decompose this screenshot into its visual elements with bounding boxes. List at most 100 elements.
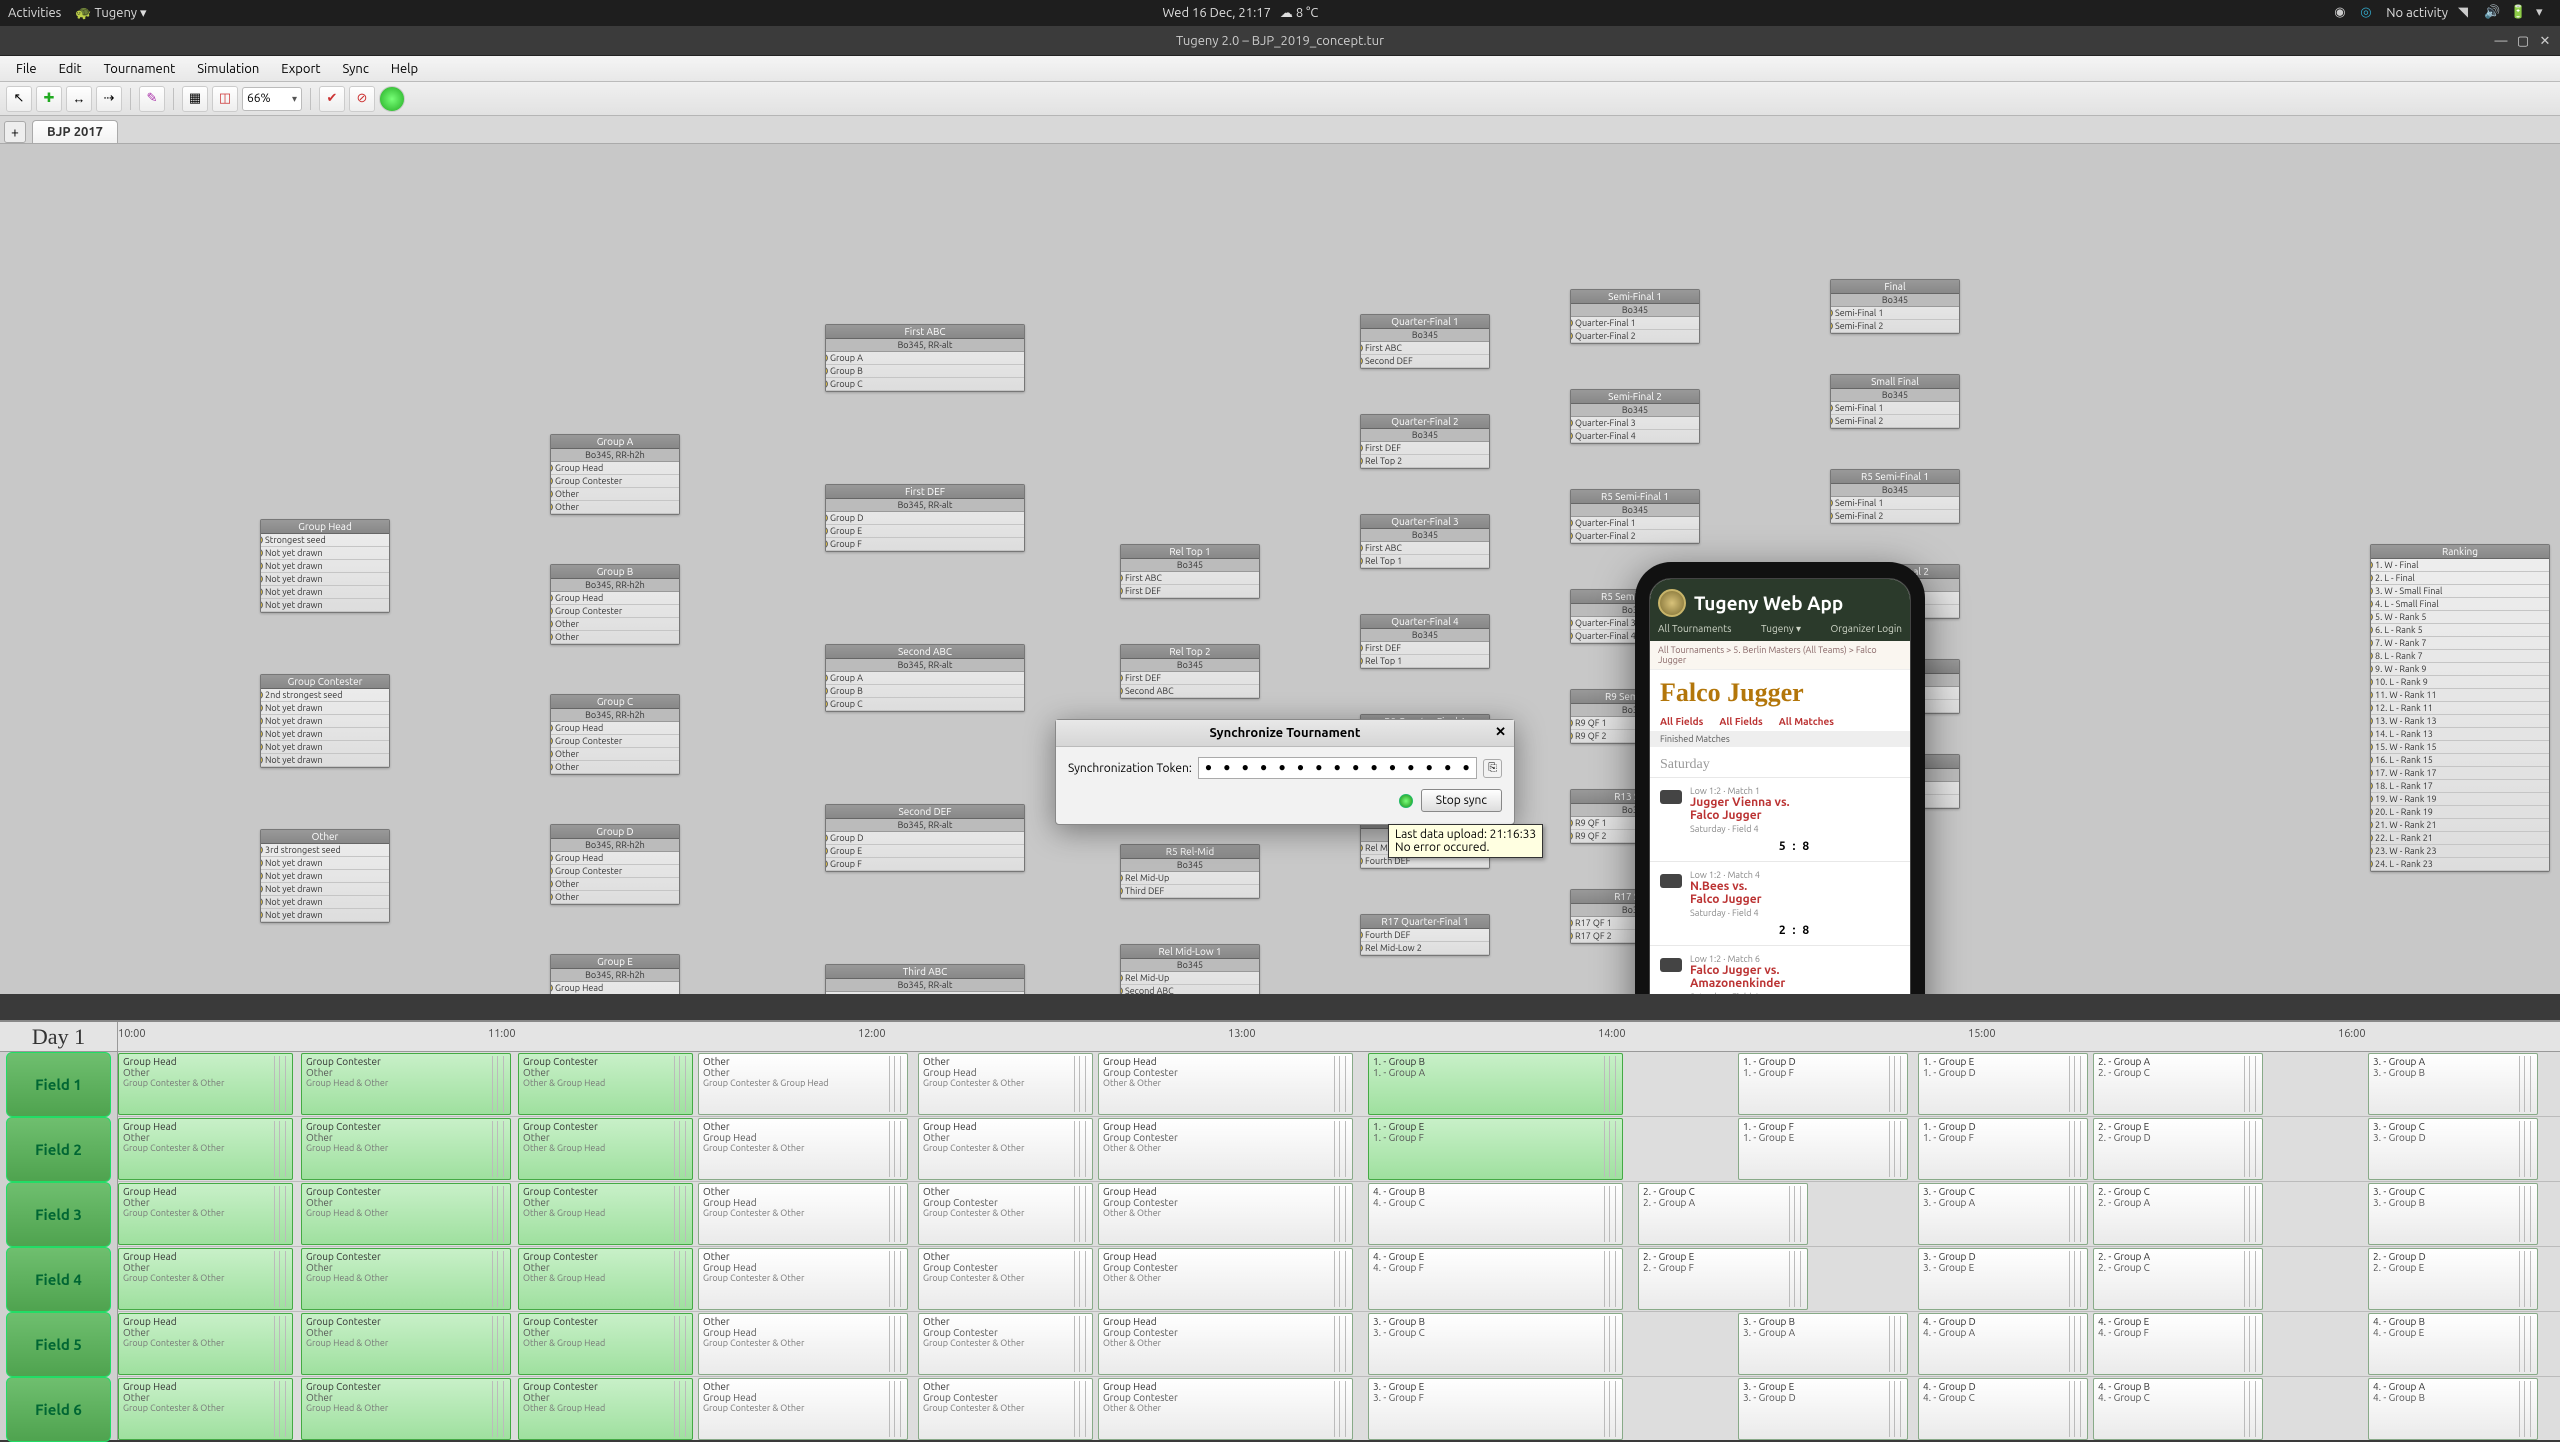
field-label[interactable]: Field 3 xyxy=(6,1182,111,1247)
schedule-slot[interactable]: 3. - Group C 3. - Group B xyxy=(2368,1183,2538,1245)
schedule-slot[interactable]: Other Group Head Group Contester & Other xyxy=(698,1183,908,1245)
battery-icon[interactable]: 🔋 xyxy=(2510,5,2526,21)
field-label[interactable]: Field 5 xyxy=(6,1312,111,1377)
schedule-slot[interactable]: Other Group Contester Group Contester & … xyxy=(918,1378,1093,1440)
filter-tab[interactable]: All Matches xyxy=(1779,716,1834,727)
schedule-slot[interactable]: Group Head Group Contester Other & Other xyxy=(1098,1053,1353,1115)
schedule-slot[interactable]: 3. - Group E 3. - Group D xyxy=(1738,1378,1908,1440)
tool-add-icon[interactable]: ✚ xyxy=(36,86,62,112)
bracket-node[interactable]: FinalBo345Semi-Final 1Semi-Final 2 xyxy=(1830,279,1960,334)
schedule-slot[interactable]: Other Group Head Group Contester & Other xyxy=(698,1313,908,1375)
match-card[interactable]: Low 1:2 · Match 4 N.Bees vs. Falco Jugge… xyxy=(1650,861,1910,945)
bracket-node[interactable]: Group ABo345, RR-h2hGroup HeadGroup Cont… xyxy=(550,434,680,515)
menu-sync[interactable]: Sync xyxy=(333,59,379,79)
match-card[interactable]: Low 1:2 · Match 1 Jugger Vienna vs. Falc… xyxy=(1650,777,1910,861)
node-group-contester[interactable]: Group Contester 2nd strongest seed Not y… xyxy=(260,674,390,768)
filter-tab[interactable]: All Fields xyxy=(1719,716,1762,727)
schedule-slot[interactable]: 1. - Group F 1. - Group E xyxy=(1738,1118,1908,1180)
schedule-slot[interactable]: 2. - Group A 2. - Group C xyxy=(2093,1248,2263,1310)
schedule-slot[interactable]: 2. - Group E 2. - Group D xyxy=(2093,1118,2263,1180)
tool-grid-icon[interactable]: ▦ xyxy=(182,86,208,112)
schedule-slot[interactable]: Other Group Head Group Contester & Other xyxy=(698,1118,908,1180)
tool-link-icon[interactable]: ↔ xyxy=(66,86,92,112)
menu-simulation[interactable]: Simulation xyxy=(187,59,269,79)
schedule-slot[interactable]: Group Head Group Contester Other & Other xyxy=(1098,1313,1353,1375)
schedule-slot[interactable]: 3. - Group E 3. - Group F xyxy=(1368,1378,1623,1440)
schedule-slot[interactable]: 2. - Group D 2. - Group E xyxy=(2368,1248,2538,1310)
telegram-icon[interactable]: ◎ xyxy=(2360,5,2376,21)
bracket-node[interactable]: Quarter-Final 1Bo345First ABCSecond DEF xyxy=(1360,314,1490,369)
schedule-slot[interactable]: Other Group Head Group Contester & Other xyxy=(918,1053,1093,1115)
schedule-slot[interactable]: Group Contester Other Group Head & Other xyxy=(301,1313,511,1375)
schedule-slot[interactable]: 4. - Group D 4. - Group A xyxy=(1918,1313,2088,1375)
tab-bjp2017[interactable]: BJP 2017 xyxy=(32,120,118,143)
field-label[interactable]: Field 1 xyxy=(6,1052,111,1117)
tool-sync-led-icon[interactable] xyxy=(379,86,405,112)
bracket-node[interactable]: Third ABCBo345, RR-altGroup AGroup BGrou… xyxy=(825,964,1025,994)
schedule-slot[interactable]: Other Group Contester Group Contester & … xyxy=(918,1248,1093,1310)
schedule-lane[interactable]: Group Head Other Group Contester & Other… xyxy=(118,1117,2560,1182)
menu-export[interactable]: Export xyxy=(271,59,330,79)
discord-icon[interactable]: ◉ xyxy=(2334,5,2350,21)
bracket-node[interactable]: R5 Rel-MidBo345Rel Mid-UpThird DEF xyxy=(1120,844,1260,899)
schedule-slot[interactable]: Group Contester Other Other & Group Head xyxy=(518,1378,693,1440)
match-card[interactable]: Low 1:2 · Match 6 Falco Jugger vs. Amazo… xyxy=(1650,945,1910,994)
schedule-slot[interactable]: Group Head Other Group Contester & Other xyxy=(118,1118,293,1180)
schedule-slot[interactable]: 3. - Group C 3. - Group D xyxy=(2368,1118,2538,1180)
schedule-slot[interactable]: Group Contester Other Other & Group Head xyxy=(518,1248,693,1310)
schedule-slot[interactable]: 3. - Group A 3. - Group B xyxy=(2368,1053,2538,1115)
schedule-slot[interactable]: Group Contester Other Other & Group Head xyxy=(518,1053,693,1115)
schedule-slot[interactable]: 2. - Group C 2. - Group A xyxy=(2093,1183,2263,1245)
schedule-slot[interactable]: Group Head Group Contester Other & Other xyxy=(1098,1118,1353,1180)
schedule-slot[interactable]: Group Contester Other Other & Group Head xyxy=(518,1183,693,1245)
schedule-lane[interactable]: Group Head Other Group Contester & Other… xyxy=(118,1312,2560,1377)
bracket-node[interactable]: Group BBo345, RR-h2hGroup HeadGroup Cont… xyxy=(550,564,680,645)
bracket-node[interactable]: Second DEFBo345, RR-altGroup DGroup EGro… xyxy=(825,804,1025,872)
schedule-slot[interactable]: 2. - Group E 2. - Group F xyxy=(1638,1248,1808,1310)
schedule-slot[interactable]: Group Head Other Group Contester & Other xyxy=(118,1378,293,1440)
schedule-slot[interactable]: Group Head Other Group Contester & Other xyxy=(118,1053,293,1115)
stop-sync-button[interactable]: Stop sync xyxy=(1421,789,1502,812)
bracket-node[interactable]: Semi-Final 2Bo345Quarter-Final 3Quarter-… xyxy=(1570,389,1700,444)
bracket-node[interactable]: R5 Semi-Final 1Bo345Semi-Final 1Semi-Fin… xyxy=(1830,469,1960,524)
menu-tournament[interactable]: Tournament xyxy=(94,59,186,79)
activities-button[interactable]: Activities xyxy=(8,6,61,20)
tool-forbid-icon[interactable]: ⊘ xyxy=(349,86,375,112)
bracket-node[interactable]: Rel Top 2Bo345First DEFSecond ABC xyxy=(1120,644,1260,699)
field-label[interactable]: Field 4 xyxy=(6,1247,111,1312)
schedule-slot[interactable]: 3. - Group C 3. - Group A xyxy=(1918,1183,2088,1245)
schedule-slot[interactable]: 4. - Group A 4. - Group B xyxy=(2368,1378,2538,1440)
schedule-slot[interactable]: 4. - Group E 4. - Group F xyxy=(2093,1313,2263,1375)
schedule-slot[interactable]: 3. - Group B 3. - Group C xyxy=(1368,1313,1623,1375)
schedule-slot[interactable]: Group Contester Other Other & Group Head xyxy=(518,1118,693,1180)
zoom-select[interactable]: 66% xyxy=(242,87,302,111)
filter-tab[interactable]: All Fields xyxy=(1660,716,1703,727)
schedule-slot[interactable]: Other Group Contester Group Contester & … xyxy=(918,1183,1093,1245)
menu-help[interactable]: Help xyxy=(381,59,428,79)
ranking-panel[interactable]: Ranking 1. W - Final2. L - Final3. W - S… xyxy=(2370,544,2550,872)
schedule-slot[interactable]: Group Head Other Group Contester & Other xyxy=(118,1183,293,1245)
webapp-tab[interactable]: All Tournaments xyxy=(1658,623,1731,635)
schedule-slot[interactable]: Other Group Head Group Contester & Other xyxy=(698,1378,908,1440)
schedule-slot[interactable]: Group Contester Other Group Head & Other xyxy=(301,1248,511,1310)
schedule-slot[interactable]: 4. - Group E 4. - Group F xyxy=(1368,1248,1623,1310)
token-input[interactable] xyxy=(1198,757,1477,779)
schedule-slot[interactable]: 1. - Group D 1. - Group F xyxy=(1738,1053,1908,1115)
bracket-node[interactable]: Quarter-Final 3Bo345First ABCRel Top 1 xyxy=(1360,514,1490,569)
schedule-slot[interactable]: Other Group Contester Group Contester & … xyxy=(918,1313,1093,1375)
bracket-node[interactable]: Rel Mid-Low 1Bo345Rel Mid-UpSecond ABC xyxy=(1120,944,1260,994)
schedule-lane[interactable]: Group Head Other Group Contester & Other… xyxy=(118,1247,2560,1312)
network-icon[interactable]: ◥ xyxy=(2458,5,2474,21)
schedule-lane[interactable]: Group Head Other Group Contester & Other… xyxy=(118,1377,2560,1440)
bracket-node[interactable]: Rel Top 1Bo345First ABCFirst DEF xyxy=(1120,544,1260,599)
webapp-tab[interactable]: Tugeny ▾ xyxy=(1761,623,1801,635)
bracket-node[interactable]: Group EBo345, RR-h2hGroup HeadGroup Cont… xyxy=(550,954,680,994)
schedule-slot[interactable]: Group Head Group Contester Other & Other xyxy=(1098,1183,1353,1245)
app-menu[interactable]: 🐢 Tugeny ▾ xyxy=(75,6,146,21)
dialog-close-button[interactable]: ✕ xyxy=(1495,725,1506,740)
bracket-node[interactable]: Second ABCBo345, RR-altGroup AGroup BGro… xyxy=(825,644,1025,712)
volume-icon[interactable]: 🔊 xyxy=(2484,5,2500,21)
schedule-slot[interactable]: 4. - Group B 4. - Group C xyxy=(1368,1183,1623,1245)
tool-validate-icon[interactable]: ✔ xyxy=(319,86,345,112)
maximize-button[interactable]: ▢ xyxy=(2516,34,2530,48)
